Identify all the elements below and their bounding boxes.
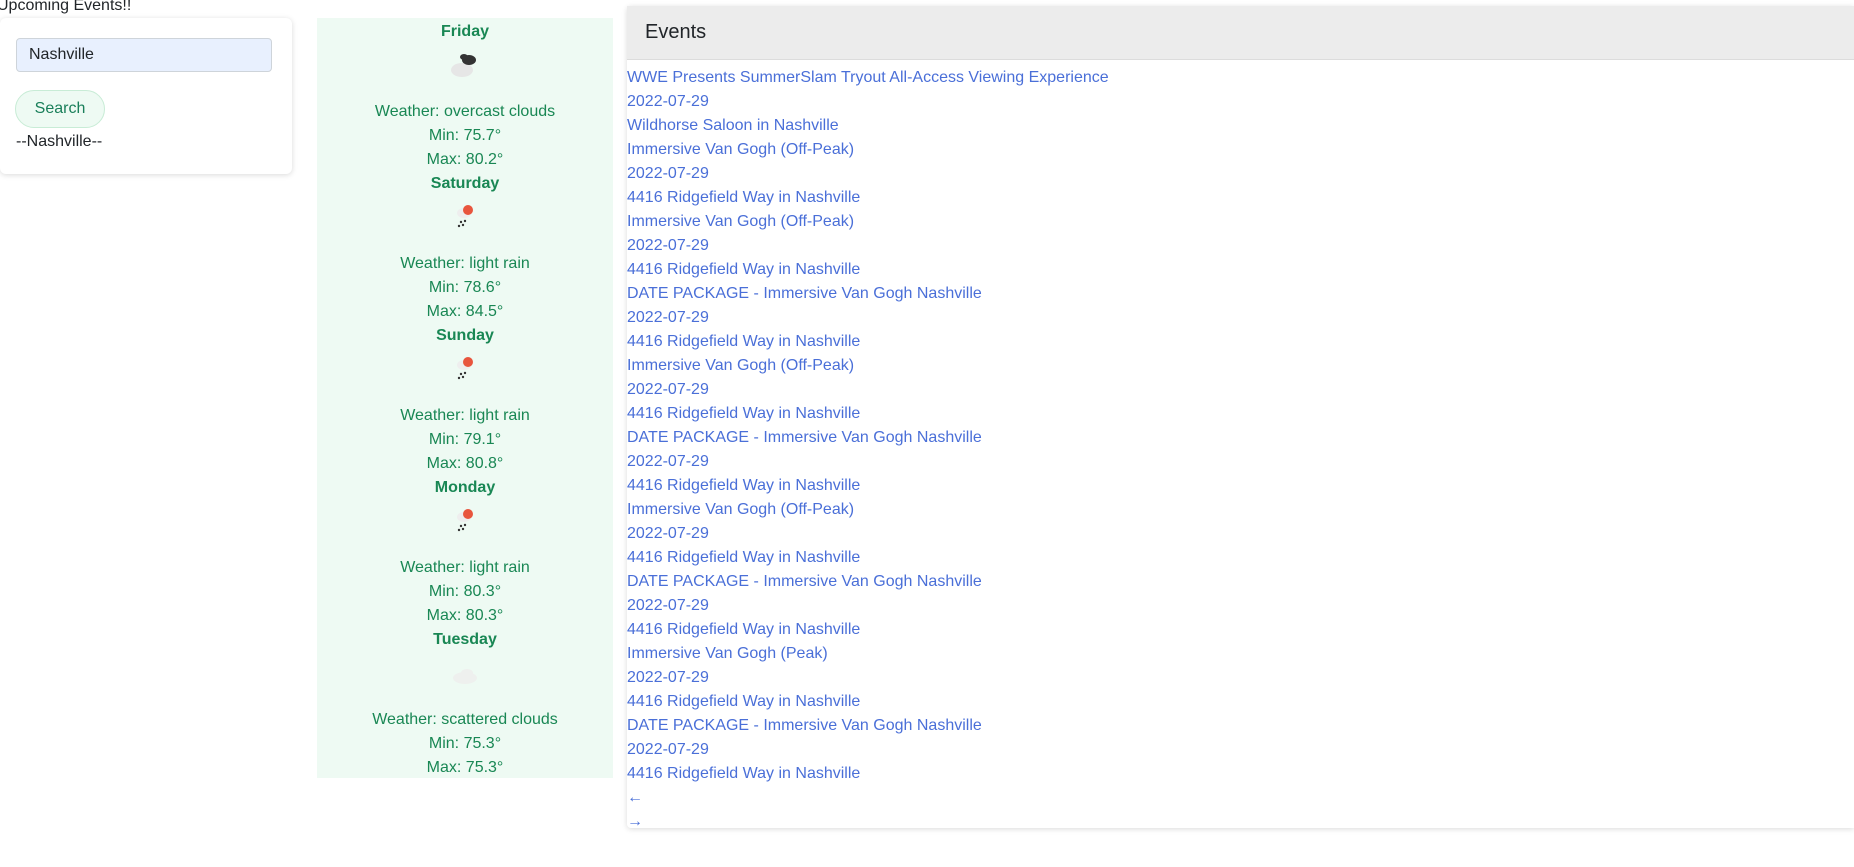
overcast-clouds-icon	[451, 54, 476, 77]
event-line[interactable]: 2022-07-29	[627, 378, 1854, 402]
temp-max: Max: 80.2°	[426, 151, 504, 168]
event-line[interactable]: 2022-07-29	[627, 234, 1854, 258]
event-line[interactable]: Immersive Van Gogh (Off-Peak)	[627, 210, 1854, 234]
temp-min: Min: 79.1°	[428, 431, 502, 448]
forecast-day: Sunday Weather: light rain Min: 79.1° Ma…	[317, 322, 613, 474]
temp-max: Max: 84.5°	[426, 303, 504, 320]
event-line[interactable]: 2022-07-29	[627, 306, 1854, 330]
search-card: Search --Nashville--	[0, 18, 292, 174]
events-header: Events	[627, 6, 1854, 60]
event-line[interactable]: 4416 Ridgefield Way in Nashville	[627, 546, 1854, 570]
event-line[interactable]: 4416 Ridgefield Way in Nashville	[627, 186, 1854, 210]
event-line[interactable]: 2022-07-29	[627, 522, 1854, 546]
event-line[interactable]: Immersive Van Gogh (Off-Peak)	[627, 498, 1854, 522]
event-line[interactable]: DATE PACKAGE - Immersive Van Gogh Nashvi…	[627, 426, 1854, 450]
weather-forecast: Friday Weather: overcast clouds Min: 75.…	[317, 18, 613, 778]
search-button[interactable]: Search	[15, 90, 105, 128]
event-line[interactable]: 4416 Ridgefield Way in Nashville	[627, 474, 1854, 498]
event-line[interactable]: Immersive Van Gogh (Peak)	[627, 642, 1854, 666]
event-line[interactable]: 2022-07-29	[627, 90, 1854, 114]
event-line[interactable]: Wildhorse Saloon in Nashville	[627, 114, 1854, 138]
event-line[interactable]: DATE PACKAGE - Immersive Van Gogh Nashvi…	[627, 570, 1854, 594]
day-name: Tuesday	[433, 631, 497, 648]
event-line[interactable]: 4416 Ridgefield Way in Nashville	[627, 330, 1854, 354]
temp-min: Min: 75.3°	[428, 735, 502, 752]
forecast-day: Friday Weather: overcast clouds Min: 75.…	[317, 18, 613, 170]
event-line[interactable]: 2022-07-29	[627, 738, 1854, 762]
temp-min: Min: 78.6°	[428, 279, 502, 296]
temp-max: Max: 75.3°	[426, 759, 504, 776]
event-line[interactable]: 2022-07-29	[627, 666, 1854, 690]
events-card: Events WWE Presents SummerSlam Tryout Al…	[627, 6, 1854, 830]
day-name: Friday	[440, 23, 489, 40]
page-heading: Upcoming Events!!	[0, 0, 132, 14]
weather-description: Weather: scattered clouds	[372, 711, 558, 728]
temp-min: Min: 80.3°	[428, 583, 502, 600]
search-input[interactable]	[16, 38, 272, 72]
scattered-clouds-icon	[453, 669, 477, 684]
event-line[interactable]: DATE PACKAGE - Immersive Van Gogh Nashvi…	[627, 714, 1854, 738]
day-name: Monday	[434, 479, 496, 496]
forecast-day: Tuesday Weather: scattered clouds Min: 7…	[317, 626, 613, 778]
event-line[interactable]: 4416 Ridgefield Way in Nashville	[627, 618, 1854, 642]
temp-min: Min: 75.7°	[428, 127, 502, 144]
event-line[interactable]: 4416 Ridgefield Way in Nashville	[627, 762, 1854, 786]
event-line[interactable]: DATE PACKAGE - Immersive Van Gogh Nashvi…	[627, 282, 1854, 306]
forecast-day: Saturday Weather: light rain Min: 78.6° …	[317, 170, 613, 322]
forecast-day: Monday Weather: light rain Min: 80.3° Ma…	[317, 474, 613, 626]
event-line[interactable]: Immersive Van Gogh (Off-Peak)	[627, 138, 1854, 162]
weather-description: Weather: light rain	[400, 255, 530, 272]
day-name: Sunday	[436, 327, 494, 344]
temp-max: Max: 80.8°	[426, 455, 504, 472]
light-rain-icon	[457, 509, 473, 532]
light-rain-icon	[457, 205, 473, 228]
weather-description: Weather: overcast clouds	[374, 103, 556, 120]
event-line[interactable]: 4416 Ridgefield Way in Nashville	[627, 402, 1854, 426]
event-line[interactable]: 2022-07-29	[627, 594, 1854, 618]
city-label: --Nashville--	[16, 133, 103, 150]
weather-description: Weather: light rain	[400, 559, 530, 576]
next-page-link[interactable]: →	[627, 810, 1854, 834]
event-line[interactable]: Immersive Van Gogh (Off-Peak)	[627, 354, 1854, 378]
event-line[interactable]: 2022-07-29	[627, 450, 1854, 474]
prev-page-link[interactable]: ←	[627, 786, 1854, 810]
weather-description: Weather: light rain	[400, 407, 530, 424]
event-line[interactable]: 2022-07-29	[627, 162, 1854, 186]
day-name: Saturday	[430, 175, 500, 192]
event-line[interactable]: 4416 Ridgefield Way in Nashville	[627, 690, 1854, 714]
temp-max: Max: 80.3°	[426, 607, 504, 624]
event-line[interactable]: WWE Presents SummerSlam Tryout All-Acces…	[627, 66, 1854, 90]
events-list: WWE Presents SummerSlam Tryout All-Acces…	[627, 60, 1854, 786]
light-rain-icon	[457, 357, 473, 380]
event-line[interactable]: 4416 Ridgefield Way in Nashville	[627, 258, 1854, 282]
